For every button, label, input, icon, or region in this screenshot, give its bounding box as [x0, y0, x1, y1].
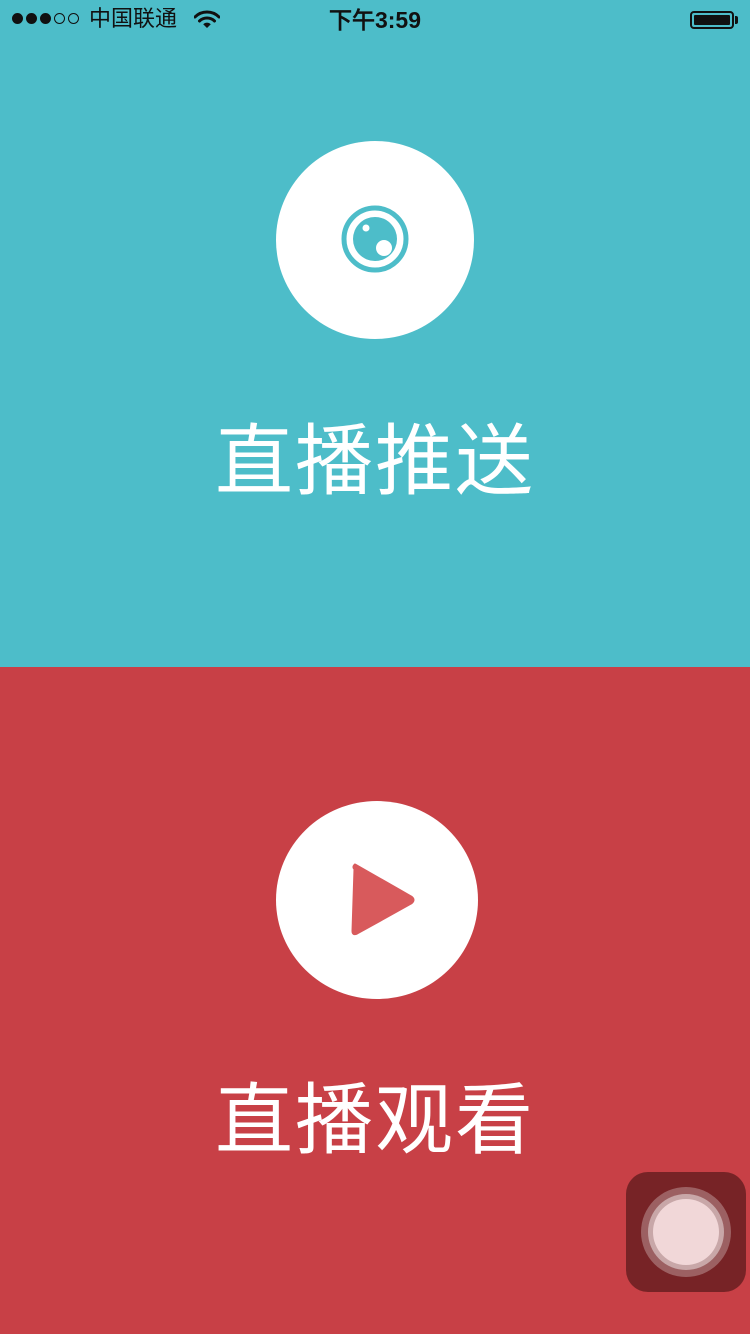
- battery-level: [694, 15, 730, 25]
- status-time: 下午3:59: [328, 7, 422, 33]
- assistive-touch-button[interactable]: [626, 1172, 746, 1292]
- status-bar: 中国联通 下午3:59: [0, 0, 750, 40]
- live-push-button[interactable]: [276, 141, 474, 339]
- camera-lens-icon: [341, 205, 409, 273]
- live-push-panel[interactable]: 直播推送: [0, 0, 750, 667]
- assistive-touch-inner-ring: [648, 1194, 724, 1270]
- assistive-touch-core: [653, 1199, 719, 1265]
- assistive-touch-icon: [641, 1187, 731, 1277]
- live-push-title: 直播推送: [214, 417, 535, 507]
- live-watch-button[interactable]: [276, 801, 478, 999]
- battery-icon: [690, 11, 734, 29]
- live-watch-title: 直播观看: [214, 1076, 535, 1166]
- battery-tip: [735, 16, 738, 24]
- play-icon: [351, 863, 415, 936]
